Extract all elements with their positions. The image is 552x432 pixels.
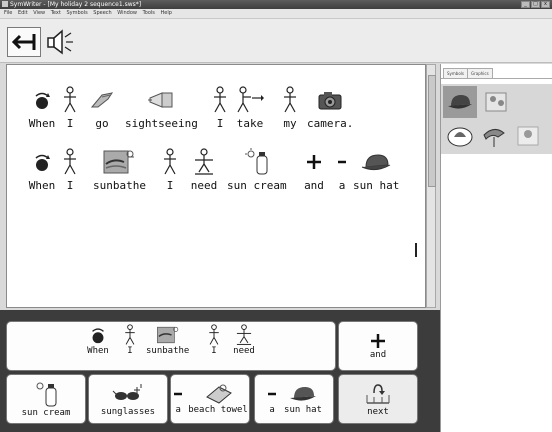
when-icon bbox=[35, 154, 50, 171]
sun-hat-people-icon bbox=[485, 92, 507, 112]
grid-next-cell[interactable]: next bbox=[338, 374, 418, 424]
grid-sun-hat-cell[interactable]: a sun hat bbox=[254, 374, 334, 424]
scrollbar-thumb[interactable] bbox=[428, 75, 436, 187]
tab-symbols[interactable]: Symbols bbox=[443, 68, 468, 78]
person-icon bbox=[64, 86, 76, 113]
text-cursor bbox=[415, 243, 417, 257]
sunbathe-icon bbox=[103, 150, 135, 174]
document-scrollbar[interactable] bbox=[426, 64, 436, 308]
sightseeing-icon bbox=[148, 92, 173, 108]
menu-view[interactable]: View bbox=[33, 10, 45, 16]
back-arrow-icon bbox=[11, 34, 36, 50]
word-i[interactable]: I bbox=[53, 85, 87, 130]
menu-text[interactable]: Text bbox=[51, 10, 61, 16]
speak-button[interactable] bbox=[44, 27, 78, 57]
person-icon bbox=[164, 148, 176, 175]
grid-word-when: When bbox=[86, 324, 110, 356]
menu-edit[interactable]: Edit bbox=[18, 10, 28, 16]
word-sun-hat[interactable]: sun hat bbox=[353, 147, 399, 192]
word-sun-cream[interactable]: sun cream bbox=[227, 147, 287, 192]
when-icon bbox=[35, 92, 50, 109]
person-icon bbox=[214, 86, 226, 113]
wide-brim-hat-icon bbox=[447, 127, 473, 147]
person-icon bbox=[209, 324, 219, 345]
bird-hat-icon bbox=[483, 129, 505, 147]
sunbathe-icon bbox=[156, 326, 178, 344]
symbol-options bbox=[441, 84, 552, 154]
camera-icon bbox=[318, 92, 342, 110]
sun-cream-icon bbox=[244, 148, 268, 175]
next-icon bbox=[366, 384, 390, 404]
when-icon bbox=[92, 328, 104, 344]
person-icon bbox=[125, 324, 135, 345]
symbol-option-1[interactable] bbox=[443, 86, 477, 118]
grid-word-i: I bbox=[118, 324, 142, 356]
word-sunbathe[interactable]: sunbathe bbox=[93, 147, 146, 192]
grid-and-cell[interactable]: and bbox=[338, 321, 418, 371]
word-i-2[interactable]: I bbox=[203, 85, 237, 130]
menu-window[interactable]: Window bbox=[117, 10, 137, 16]
grid-sun-cream-cell[interactable]: sun cream bbox=[6, 374, 86, 424]
hat-figure-icon bbox=[517, 126, 539, 146]
person-icon bbox=[64, 148, 76, 175]
close-button[interactable]: x bbox=[541, 1, 550, 8]
sun-hat-icon bbox=[290, 387, 316, 401]
word-i-4[interactable]: I bbox=[153, 147, 187, 192]
maximize-button[interactable]: □ bbox=[531, 1, 540, 8]
word-go[interactable]: go bbox=[85, 85, 119, 130]
word-i-3[interactable]: I bbox=[53, 147, 87, 192]
window-controls: _ □ x bbox=[521, 1, 550, 8]
tab-graphics[interactable]: Graphics bbox=[467, 68, 493, 78]
grid-word-sunbathe: sunbathe bbox=[146, 324, 189, 356]
sun-cream-icon bbox=[36, 382, 57, 407]
word-camera[interactable]: camera. bbox=[307, 85, 353, 130]
grid-beach-towel-cell[interactable]: a beach towel bbox=[170, 374, 250, 424]
grid-sunglasses-cell[interactable]: sunglasses bbox=[88, 374, 168, 424]
symbol-option-2[interactable] bbox=[479, 86, 513, 118]
minimize-button[interactable]: _ bbox=[521, 1, 530, 8]
need-icon bbox=[195, 148, 213, 175]
menu-file[interactable]: File bbox=[4, 10, 12, 16]
grid-word-need: need bbox=[232, 324, 256, 356]
beach-towel-icon bbox=[206, 384, 232, 404]
menu-bar: File Edit View Text Symbols Speech Windo… bbox=[0, 9, 552, 19]
sunglasses-icon bbox=[112, 384, 142, 400]
symbol-option-4[interactable] bbox=[477, 120, 511, 152]
window-title: SymWriter - [My holiday 2 sequence1.sws*… bbox=[10, 1, 142, 8]
speaker-icon bbox=[47, 29, 73, 55]
need-icon bbox=[236, 324, 252, 345]
symbol-option-5[interactable] bbox=[511, 120, 545, 152]
article-icon bbox=[174, 392, 183, 396]
my-person-icon bbox=[284, 86, 296, 113]
title-bar: SymWriter - [My holiday 2 sequence1.sws*… bbox=[0, 0, 552, 9]
word-need[interactable]: need bbox=[187, 147, 221, 192]
word-take[interactable]: take bbox=[233, 85, 267, 130]
menu-help[interactable]: Help bbox=[161, 10, 172, 16]
grid-word-i-2: I bbox=[202, 324, 226, 356]
go-icon bbox=[90, 92, 114, 108]
sun-hat-icon bbox=[361, 154, 391, 171]
symbol-chooser-panel: Symbols Graphics bbox=[440, 64, 552, 432]
app-icon bbox=[2, 1, 8, 7]
toolbar bbox=[0, 19, 552, 63]
word-sightseeing[interactable]: sightseeing bbox=[125, 85, 198, 130]
plus-icon bbox=[371, 334, 385, 348]
menu-speech[interactable]: Speech bbox=[93, 10, 111, 16]
menu-symbols[interactable]: Symbols bbox=[66, 10, 87, 16]
plus-icon bbox=[307, 155, 321, 169]
menu-tools[interactable]: Tools bbox=[143, 10, 155, 16]
symbol-option-3[interactable] bbox=[443, 120, 477, 152]
document-area[interactable]: When I go sightseeing I take my camera. … bbox=[6, 64, 426, 308]
take-icon bbox=[237, 86, 264, 113]
word-my[interactable]: my bbox=[273, 85, 307, 130]
grid-sentence: When I sunbathe I need bbox=[6, 321, 336, 371]
back-button[interactable] bbox=[7, 27, 41, 57]
side-tabs: Symbols Graphics bbox=[441, 68, 552, 79]
article-icon bbox=[268, 392, 277, 396]
sun-hat-icon bbox=[448, 95, 472, 109]
article-icon bbox=[338, 160, 346, 164]
